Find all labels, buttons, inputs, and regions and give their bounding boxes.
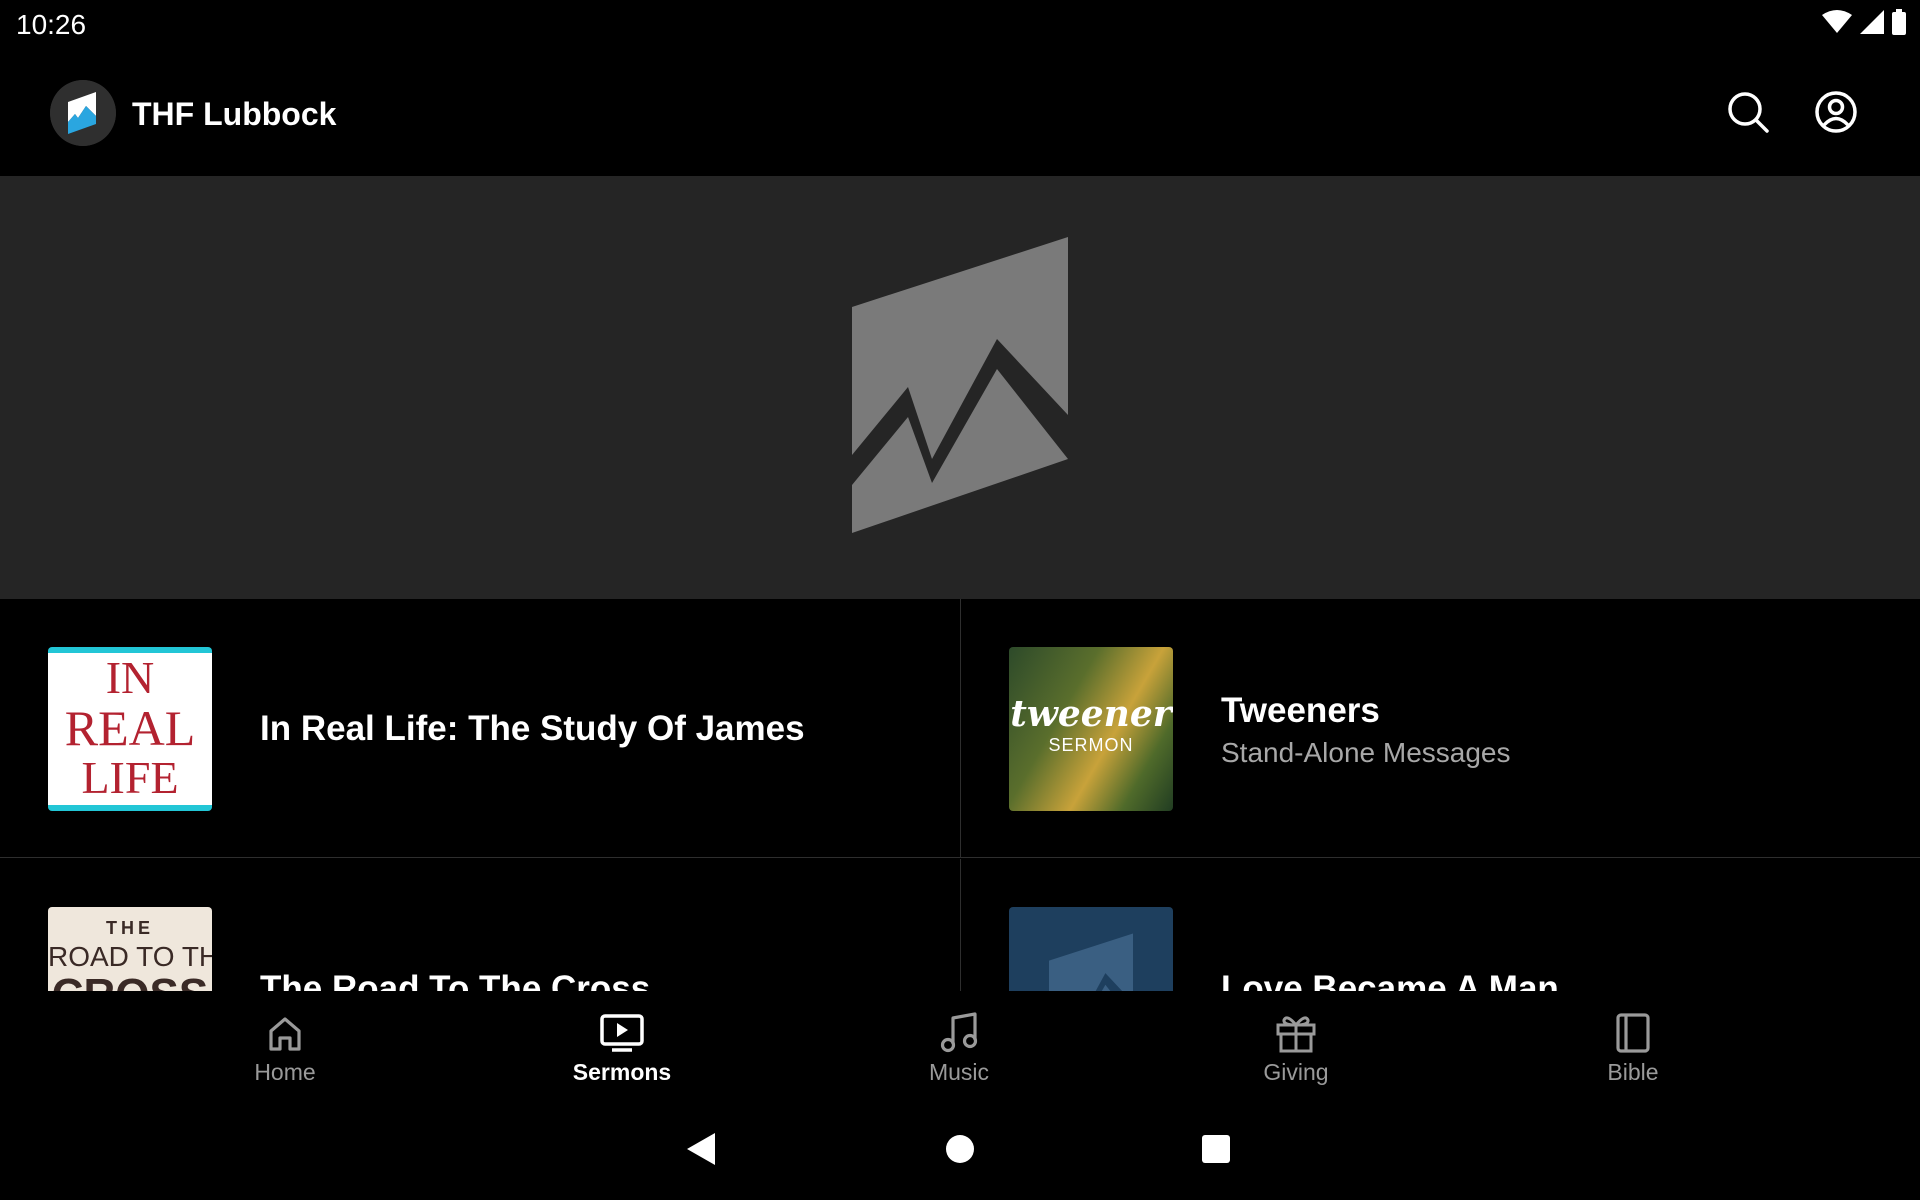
status-time: 10:26 <box>16 9 87 40</box>
music-note-icon <box>937 1011 981 1055</box>
series-title: Love Became A Man <box>1221 969 1559 991</box>
series-title: In Real Life: The Study Of James <box>260 709 805 748</box>
status-bar: 10:26 <box>0 0 1920 50</box>
nav-item-giving[interactable]: Giving <box>1196 991 1396 1101</box>
series-card[interactable]: THE ROAD TO THE CROSS The Road To The Cr… <box>0 859 960 991</box>
series-grid: IN REAL LIFE In Real Life: The Study Of … <box>0 599 1920 991</box>
nav-label: Music <box>928 1059 990 1085</box>
series-thumbnail: THE ROAD TO THE CROSS <box>48 907 212 991</box>
series-card[interactable]: Love Became A Man <box>960 859 1920 991</box>
wifi-icon <box>1822 9 1852 39</box>
series-title: Tweeners <box>1221 691 1380 730</box>
nav-label: Home <box>254 1059 316 1085</box>
home-icon <box>263 1011 307 1055</box>
signal-icon <box>1860 9 1884 39</box>
home-circle-icon <box>944 1133 976 1170</box>
nav-label: Sermons <box>572 1059 672 1085</box>
church-logo-icon <box>50 80 116 146</box>
nav-item-sermons[interactable]: Sermons <box>522 991 722 1101</box>
back-icon <box>685 1131 719 1172</box>
status-icons <box>1822 8 1906 40</box>
battery-icon <box>1892 8 1906 40</box>
recents-icon <box>1200 1133 1232 1170</box>
search-icon <box>1726 90 1770 139</box>
series-thumbnail: IN REAL LIFE <box>48 647 212 811</box>
account-button[interactable] <box>1808 86 1864 142</box>
nav-label: Giving <box>1263 1059 1329 1085</box>
series-thumbnail <box>1009 907 1173 991</box>
thumb-text: THE <box>106 918 154 938</box>
series-subtitle: Stand-Alone Messages <box>1221 737 1511 768</box>
church-logo-placeholder-icon <box>1049 933 1133 991</box>
nav-item-bible[interactable]: Bible <box>1533 991 1733 1101</box>
system-home-button[interactable] <box>936 1127 984 1175</box>
account-icon <box>1814 90 1858 139</box>
app-title: THF Lubbock <box>132 96 337 132</box>
thumb-text: REAL <box>64 700 196 756</box>
hero-banner[interactable] <box>0 176 1920 599</box>
app-bar: THF Lubbock <box>0 50 1920 176</box>
search-button[interactable] <box>1720 86 1776 142</box>
thumb-text: LIFE <box>81 752 179 803</box>
video-play-icon <box>600 1011 644 1055</box>
thumb-text: ROAD TO THE <box>48 941 212 972</box>
thumb-text: CROSS <box>48 973 212 992</box>
thumb-text: tweener <box>1010 693 1172 735</box>
gift-icon <box>1274 1011 1318 1055</box>
nav-item-home[interactable]: Home <box>185 991 385 1101</box>
thumb-text: IN <box>105 652 155 703</box>
series-thumbnail: tweener SERMON <box>1009 647 1173 811</box>
book-icon <box>1611 1011 1655 1055</box>
thumb-text: SERMON <box>1048 735 1134 755</box>
series-card[interactable]: IN REAL LIFE In Real Life: The Study Of … <box>0 599 960 858</box>
series-title: The Road To The Cross <box>260 969 651 991</box>
church-logo-placeholder-icon <box>852 237 1068 538</box>
system-recents-button[interactable] <box>1192 1127 1240 1175</box>
nav-item-music[interactable]: Music <box>859 991 1059 1101</box>
bottom-navigation: Home Sermons Music Giving Bible <box>0 991 1920 1101</box>
nav-label: Bible <box>1607 1059 1659 1085</box>
system-back-button[interactable] <box>678 1127 726 1175</box>
system-navigation-bar <box>0 1101 1920 1200</box>
series-card[interactable]: tweener SERMON Tweeners Stand-Alone Mess… <box>960 599 1920 858</box>
